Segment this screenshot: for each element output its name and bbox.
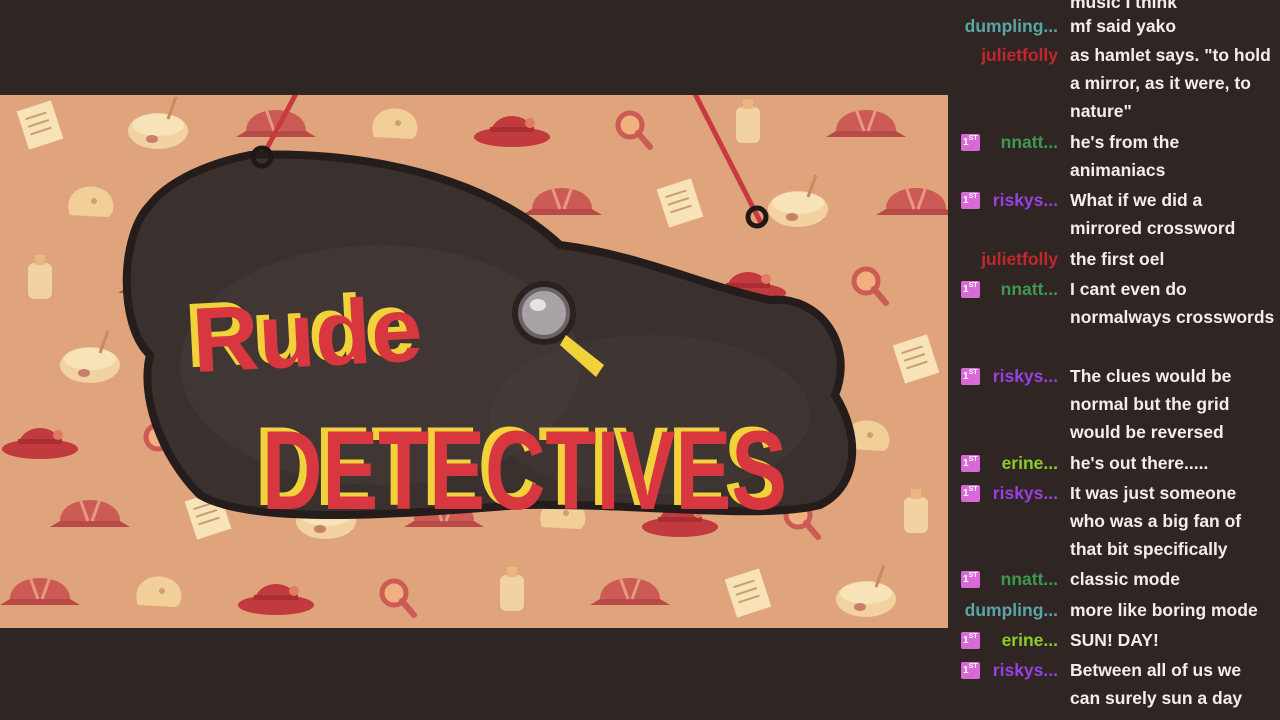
subscriber-badge-icon[interactable]: 1ST <box>961 455 980 472</box>
pattern-tile <box>474 116 550 147</box>
chat-message-text: as hamlet says. "to hold a mirror, as it… <box>1070 45 1271 122</box>
chat-message-text: I cant even do normalways crosswords <box>1070 279 1275 328</box>
pattern-tile <box>891 333 941 385</box>
subscriber-badge-icon[interactable]: 1ST <box>961 485 980 502</box>
pattern-tile <box>904 489 928 533</box>
subscriber-badge-icon[interactable]: 1ST <box>961 662 980 679</box>
pattern-tile <box>48 497 132 529</box>
chat-message-text: The clues would be normal but the grid w… <box>1070 366 1232 443</box>
pattern-tile <box>58 329 122 385</box>
pattern-tile <box>28 255 52 299</box>
title-detectives: DETECTIVES <box>262 408 787 533</box>
pattern-tile <box>500 567 524 611</box>
chat-message-text: mf said yako <box>1070 16 1177 36</box>
stream-title-card: Rude Rude DETECTIVES DETECTIVES <box>0 95 948 619</box>
pattern-tile <box>834 563 898 619</box>
subscriber-badge-icon[interactable]: 1ST <box>961 632 980 649</box>
chat-username[interactable]: nnatt... <box>1001 565 1058 593</box>
chat-username[interactable]: dumpling... <box>965 596 1058 624</box>
chat-message-text: What if we did a mirrored crossword <box>1070 190 1236 239</box>
pattern-tile <box>824 107 908 139</box>
chat-username[interactable]: riskys... <box>993 656 1058 684</box>
chat-username[interactable]: erine... <box>1002 626 1058 654</box>
pattern-tile <box>874 185 948 217</box>
title-rude: Rude <box>190 278 425 392</box>
pattern-tile <box>0 575 82 607</box>
chat-username[interactable]: dumpling... <box>965 12 1058 40</box>
subscriber-badge-icon[interactable]: 1ST <box>961 368 980 385</box>
pattern-tile <box>588 575 672 607</box>
chat-username[interactable]: erine... <box>1002 449 1058 477</box>
chat-message-text: he's from the animaniacs <box>1070 132 1180 181</box>
subscriber-badge-icon[interactable]: 1ST <box>961 571 980 588</box>
chat-username[interactable]: julietfolly <box>981 245 1058 273</box>
pattern-tile <box>68 186 114 217</box>
subscriber-badge-icon[interactable]: 1ST <box>961 134 980 151</box>
chat-username[interactable]: nnatt... <box>1001 275 1058 303</box>
chat-message-text: the first oel <box>1070 249 1165 269</box>
chat-message-text: Between all of us we can surely sun a da… <box>1070 660 1243 709</box>
pattern-tile <box>2 428 78 459</box>
pattern-tile <box>723 567 773 619</box>
pattern-tile <box>618 113 650 147</box>
chat-message-text: more like boring mode <box>1070 600 1258 620</box>
subscriber-badge-icon[interactable]: 1ST <box>961 192 980 209</box>
pattern-tile <box>655 177 705 229</box>
pattern-tile <box>238 584 314 615</box>
chat-username[interactable]: riskys... <box>993 479 1058 507</box>
pattern-tile <box>766 173 830 229</box>
chat-message-text: It was just someone who was a big fan of… <box>1070 483 1242 560</box>
chat-panel[interactable]: music I think dumpling... mf said yako juli… <box>948 0 1280 720</box>
pattern-tile <box>372 108 418 139</box>
chat-username[interactable]: riskys... <box>993 362 1058 390</box>
chat-username[interactable]: julietfolly <box>981 41 1058 69</box>
pattern-tile <box>136 576 182 607</box>
pattern-tile <box>854 269 886 303</box>
pattern-tile <box>736 99 760 143</box>
chat-message-text: he's out there..... <box>1070 453 1209 473</box>
pattern-tile <box>126 95 190 151</box>
chat-message-text: classic mode <box>1070 569 1180 589</box>
pattern-tile <box>382 581 414 615</box>
chat-username[interactable]: nnatt... <box>1001 128 1058 156</box>
chat-message-text: SUN! DAY! <box>1070 630 1159 650</box>
pattern-tile <box>520 185 604 217</box>
subscriber-badge-icon[interactable]: 1ST <box>961 281 980 298</box>
pattern-tile <box>15 99 65 151</box>
chat-username[interactable]: riskys... <box>993 186 1058 214</box>
stream-video[interactable]: Rude Rude DETECTIVES DETECTIVES <box>0 95 948 628</box>
